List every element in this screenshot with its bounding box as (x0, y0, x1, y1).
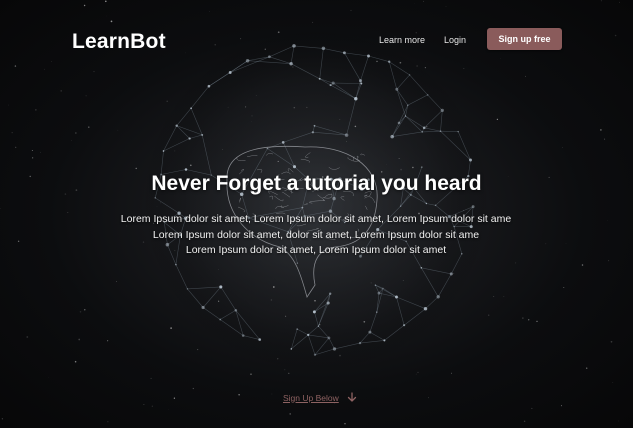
landing-page: LearnBot Learn more Login Sign up free N… (0, 0, 633, 428)
hero-title: Never Forget a tutorial you heard (151, 172, 482, 195)
arrow-down-icon (347, 392, 356, 402)
brand-logo[interactable]: LearnBot (72, 30, 166, 54)
sign-up-below-link[interactable]: Sign Up Below (283, 392, 357, 403)
nav-login-link[interactable]: Login (444, 35, 466, 45)
hero-description-line: Lorem Ipsum dolor sit amet, Lorem Ipsum … (120, 213, 512, 225)
nav-learn-more-link[interactable]: Learn more (379, 35, 425, 45)
hero-description-line: Lorem Ipsum dolor sit amet, dolor sit am… (152, 228, 480, 241)
sign-up-below-label: Sign Up Below (283, 392, 339, 403)
hero-description-line: Lorem Ipsum dolor sit amet, Lorem Ipsum … (185, 244, 447, 256)
signup-free-button[interactable]: Sign up free (487, 28, 562, 50)
hero-description: Lorem Ipsum dolor sit amet, Lorem Ipsum … (66, 212, 566, 259)
